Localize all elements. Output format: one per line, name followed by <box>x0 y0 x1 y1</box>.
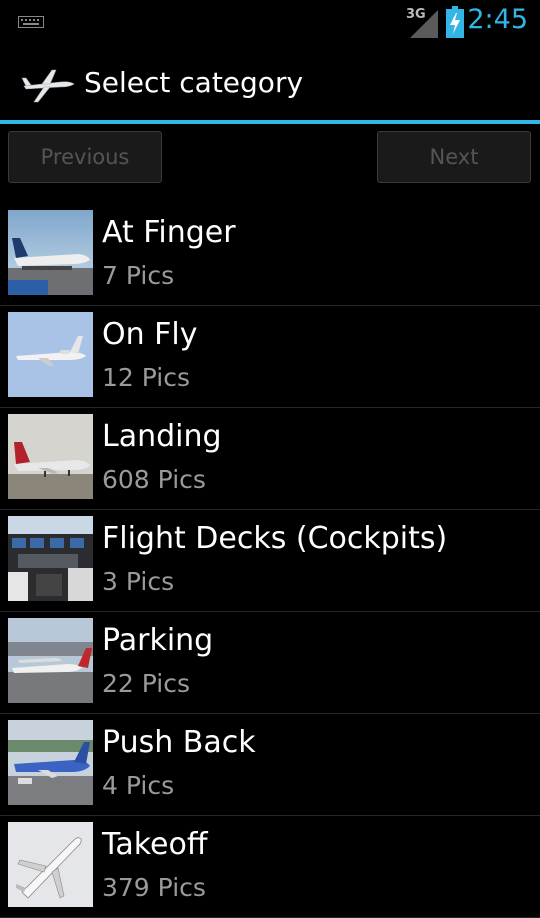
category-count: 608 Pics <box>102 465 206 494</box>
page-title: Select category <box>84 66 304 99</box>
category-name: Takeoff <box>102 827 208 862</box>
action-bar: Select category <box>0 48 540 120</box>
category-name: Flight Decks (Cockpits) <box>102 521 448 556</box>
cockpit-thumbnail <box>8 516 93 601</box>
battery-charging-icon <box>446 6 464 38</box>
category-row-push-back[interactable]: Push Back 4 Pics <box>0 714 540 816</box>
previous-button[interactable]: Previous <box>8 131 162 183</box>
clock: 2:45 <box>467 4 528 35</box>
category-name: Landing <box>102 419 222 454</box>
push-back-thumbnail <box>8 720 93 805</box>
airplane-app-icon[interactable] <box>20 62 76 106</box>
category-row-flight-decks[interactable]: Flight Decks (Cockpits) 3 Pics <box>0 510 540 612</box>
plane-takeoff-thumbnail <box>8 822 93 907</box>
category-list: At Finger 7 Pics On Fly 12 Pics Landing … <box>0 204 540 918</box>
plane-landing-thumbnail <box>8 414 93 499</box>
category-row-at-finger[interactable]: At Finger 7 Pics <box>0 204 540 306</box>
status-bar: 3G 2:45 <box>0 0 540 48</box>
network-type-label: 3G <box>406 7 426 22</box>
category-row-parking[interactable]: Parking 22 Pics <box>0 612 540 714</box>
category-name: Parking <box>102 623 214 658</box>
next-button[interactable]: Next <box>377 131 531 183</box>
category-row-on-fly[interactable]: On Fly 12 Pics <box>0 306 540 408</box>
category-row-landing[interactable]: Landing 608 Pics <box>0 408 540 510</box>
category-name: At Finger <box>102 215 236 250</box>
airport-gate-thumbnail <box>8 210 93 295</box>
category-row-takeoff[interactable]: Takeoff 379 Pics <box>0 816 540 918</box>
category-count: 4 Pics <box>102 771 175 800</box>
parked-planes-thumbnail <box>8 618 93 703</box>
category-name: Push Back <box>102 725 256 760</box>
category-count: 12 Pics <box>102 363 191 392</box>
category-count: 3 Pics <box>102 567 175 596</box>
keyboard-icon <box>18 16 44 28</box>
jet-in-flight-thumbnail <box>8 312 93 397</box>
category-name: On Fly <box>102 317 198 352</box>
category-count: 379 Pics <box>102 873 206 902</box>
category-count: 7 Pics <box>102 261 175 290</box>
action-bar-divider <box>0 120 540 124</box>
category-count: 22 Pics <box>102 669 191 698</box>
